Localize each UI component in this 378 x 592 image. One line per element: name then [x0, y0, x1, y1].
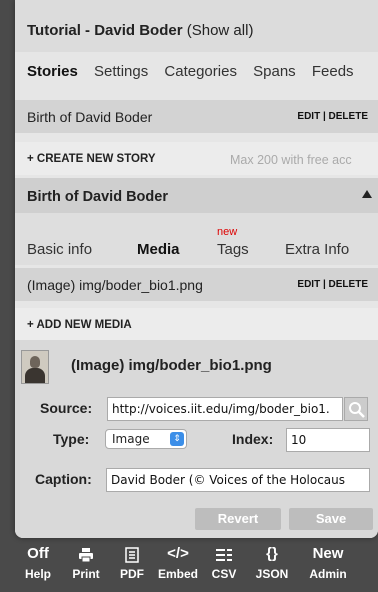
- toolbar-embed[interactable]: </> Embed: [153, 543, 203, 581]
- new-admin-icon: New: [312, 545, 344, 562]
- toolbar-csv[interactable]: CSV: [203, 543, 245, 581]
- code-icon: </>: [167, 545, 189, 562]
- show-all-link[interactable]: (Show all): [183, 22, 254, 39]
- media-label: (Image) img/boder_bio1.png: [27, 277, 203, 293]
- story-limit-note: Max 200 with free acc: [230, 153, 352, 167]
- add-media-row: + ADD NEW MEDIA: [15, 308, 378, 341]
- tab-spans[interactable]: Spans: [253, 63, 296, 80]
- media-card-title: (Image) img/boder_bio1.png: [71, 357, 272, 374]
- editor-panel: Tutorial - David Boder (Show all) Storie…: [15, 0, 378, 538]
- story-edit-delete[interactable]: EDIT | DELETE: [297, 111, 368, 122]
- create-story-button[interactable]: + CREATE NEW STORY: [27, 153, 156, 165]
- select-arrows-icon: ⇕: [170, 432, 184, 446]
- json-braces-icon: {}: [266, 545, 278, 562]
- story-sub-tabs: Basic info Media new Tags Extra Info: [15, 213, 378, 265]
- help-label: Help: [24, 567, 51, 581]
- source-search-button[interactable]: [344, 397, 368, 421]
- tab-tags[interactable]: Tags: [217, 241, 249, 258]
- story-list-item[interactable]: Birth of David Boder EDIT | DELETE: [15, 100, 378, 133]
- tab-basic-info[interactable]: Basic info: [27, 241, 92, 258]
- help-toggle-off-icon: Off: [27, 545, 49, 562]
- tab-media[interactable]: Media: [137, 241, 180, 258]
- story-section-header[interactable]: Birth of David Boder: [15, 178, 378, 213]
- index-input[interactable]: 10: [286, 428, 370, 452]
- source-input[interactable]: http://voices.iit.edu/img/boder_bio1.: [107, 397, 343, 421]
- media-edit-delete[interactable]: EDIT | DELETE: [297, 279, 368, 290]
- embed-label: Embed: [157, 567, 198, 581]
- bottom-toolbar: Off Help Print PDF </> Embed CSV {} JSON…: [15, 543, 378, 592]
- csv-icon: [203, 543, 245, 567]
- main-tabs: Stories Settings Categories Spans Feeds: [27, 63, 366, 80]
- media-thumbnail: [21, 350, 49, 384]
- create-story-row: + CREATE NEW STORY Max 200 with free acc: [15, 142, 378, 175]
- tab-categories[interactable]: Categories: [164, 63, 237, 80]
- new-badge: new: [217, 226, 238, 238]
- index-label: Index:: [232, 431, 274, 447]
- source-label: Source:: [40, 400, 93, 416]
- caption-label: Caption:: [35, 471, 92, 487]
- toolbar-admin[interactable]: New Admin: [299, 543, 357, 581]
- toolbar-json[interactable]: {} JSON: [245, 543, 299, 581]
- admin-label: Admin: [309, 567, 347, 581]
- story-label: Birth of David Boder: [27, 109, 153, 125]
- collapse-triangle-icon[interactable]: [362, 190, 372, 198]
- type-select-value: Image: [112, 432, 150, 446]
- json-label: JSON: [255, 567, 289, 581]
- search-icon: [349, 402, 365, 418]
- tab-extra-info[interactable]: Extra Info: [285, 241, 349, 258]
- csv-label: CSV: [211, 567, 237, 581]
- type-select[interactable]: Image ⇕: [105, 429, 187, 449]
- timeline-title: Tutorial - David Boder: [27, 22, 183, 39]
- toolbar-help[interactable]: Off Help: [15, 543, 61, 581]
- media-edit-card: (Image) img/boder_bio1.png Source: http:…: [15, 340, 378, 538]
- revert-button[interactable]: Revert: [195, 508, 281, 530]
- pdf-label: PDF: [120, 567, 144, 581]
- print-icon: [61, 543, 111, 567]
- print-label: Print: [72, 567, 100, 581]
- tab-settings[interactable]: Settings: [94, 63, 148, 80]
- type-label: Type:: [53, 431, 90, 447]
- add-media-button[interactable]: + ADD NEW MEDIA: [27, 319, 132, 331]
- caption-input[interactable]: David Boder (© Voices of the Holocaus: [106, 468, 370, 492]
- toolbar-pdf[interactable]: PDF: [111, 543, 153, 581]
- story-section-title: Birth of David Boder: [27, 189, 168, 205]
- pdf-icon: [111, 543, 153, 567]
- toolbar-print[interactable]: Print: [61, 543, 111, 581]
- header: Tutorial - David Boder (Show all): [15, 0, 378, 52]
- tab-feeds[interactable]: Feeds: [312, 63, 354, 80]
- tab-stories[interactable]: Stories: [27, 63, 78, 80]
- media-list-item[interactable]: (Image) img/boder_bio1.png EDIT | DELETE: [15, 268, 378, 301]
- save-button[interactable]: Save: [289, 508, 373, 530]
